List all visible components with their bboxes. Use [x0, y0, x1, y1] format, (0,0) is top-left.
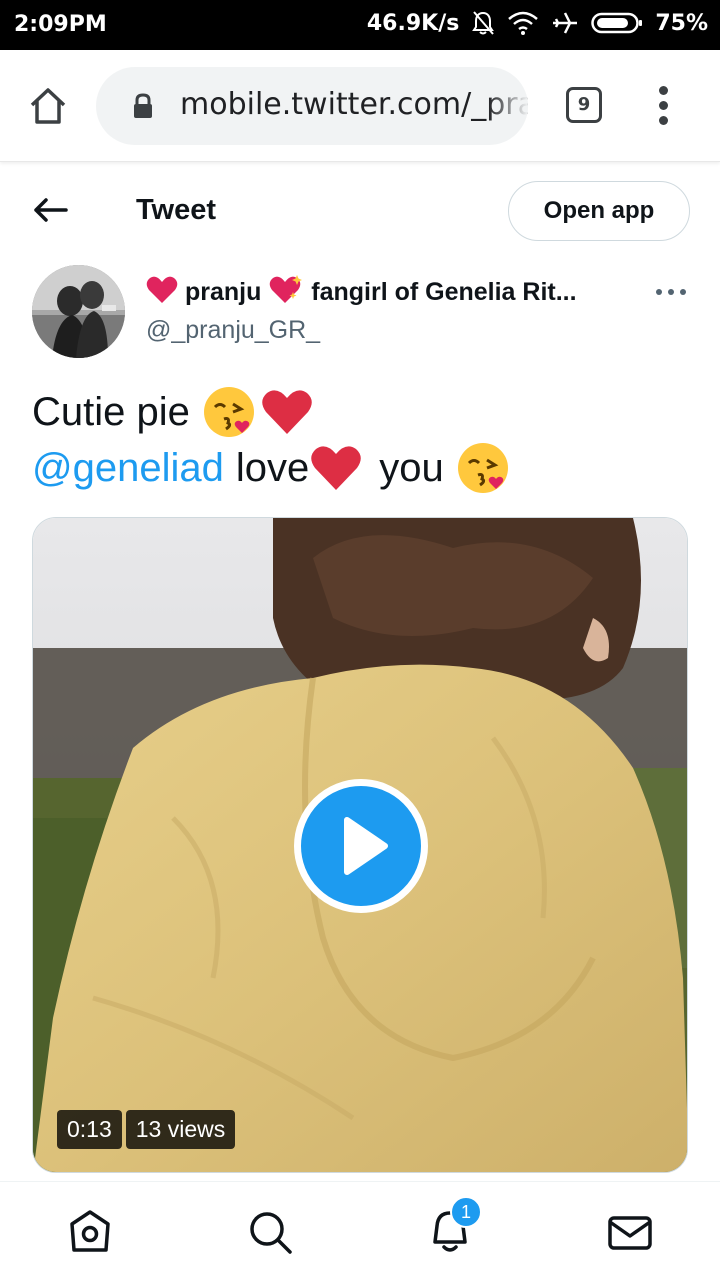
browser-menu-icon[interactable] — [650, 86, 678, 126]
search-icon[interactable] — [246, 1208, 294, 1256]
tweet-text: Cutie pie @geneliad love you — [32, 384, 692, 496]
tweet-text-you: you — [379, 446, 444, 490]
browser-home-icon[interactable] — [26, 84, 70, 128]
kissing-face-emoji-icon — [456, 441, 510, 495]
tweet-text-line-2: @geneliad love you — [32, 440, 692, 496]
network-speed: 46.9K/s — [366, 10, 460, 36]
url-fade — [488, 67, 528, 145]
wifi-icon — [507, 10, 539, 36]
lock-icon — [132, 93, 154, 119]
notification-badge: 1 — [450, 1196, 482, 1228]
browser-toolbar: mobile.twitter.com/_pranju_GR_ 9 — [0, 50, 720, 162]
video-duration: 0:13 — [57, 1110, 122, 1149]
status-time: 2:09PM — [14, 12, 107, 37]
tweet-header: Tweet Open app — [0, 162, 720, 258]
tweet-author: pranju fangirl of Genelia Rit... @_pranj… — [0, 262, 720, 362]
display-name-part1: pranju — [184, 278, 262, 306]
tweet-text-words: Cutie pie — [32, 390, 190, 434]
airplane-icon — [551, 10, 579, 36]
status-bar: 2:09PM 46.9K/s 75% — [0, 0, 720, 50]
more-options-icon[interactable] — [654, 286, 688, 298]
tweet-text-line-1: Cutie pie — [32, 384, 692, 440]
avatar[interactable] — [32, 265, 125, 358]
display-name[interactable]: pranju fangirl of Genelia Rit... — [146, 274, 606, 307]
display-name-part2: fangirl of Genelia Rit... — [311, 278, 577, 306]
tab-switcher-button[interactable]: 9 — [566, 87, 602, 123]
sparkling-heart-icon — [261, 275, 311, 306]
battery-percent: 75% — [655, 10, 708, 36]
play-button[interactable] — [294, 779, 428, 913]
video-info-badge: 0:13 13 views — [57, 1110, 236, 1149]
red-heart-icon — [309, 441, 363, 495]
url-text: mobile.twitter.com/_pranju_GR_ — [180, 87, 528, 122]
battery-icon — [591, 11, 643, 35]
messages-icon[interactable] — [606, 1208, 654, 1256]
mention-link[interactable]: @geneliad — [32, 440, 224, 496]
status-icons: 46.9K/s 75% — [367, 10, 708, 36]
home-icon[interactable] — [66, 1208, 114, 1256]
video-views: 13 views — [125, 1110, 236, 1149]
user-handle[interactable]: @_pranju_GR_ — [146, 316, 320, 345]
page-title: Tweet — [136, 194, 217, 226]
address-bar[interactable]: mobile.twitter.com/_pranju_GR_ — [96, 67, 528, 145]
heart-emoji-icon — [146, 276, 185, 306]
back-arrow-icon[interactable] — [30, 192, 70, 228]
bottom-navigation: 1 — [0, 1181, 720, 1280]
open-app-button[interactable]: Open app — [508, 181, 690, 241]
video-player[interactable]: 0:13 13 views — [32, 517, 688, 1173]
bell-off-icon — [471, 10, 495, 36]
red-heart-icon — [260, 385, 314, 439]
tweet-text-love: love — [235, 446, 310, 490]
kissing-face-emoji-icon — [202, 385, 256, 439]
